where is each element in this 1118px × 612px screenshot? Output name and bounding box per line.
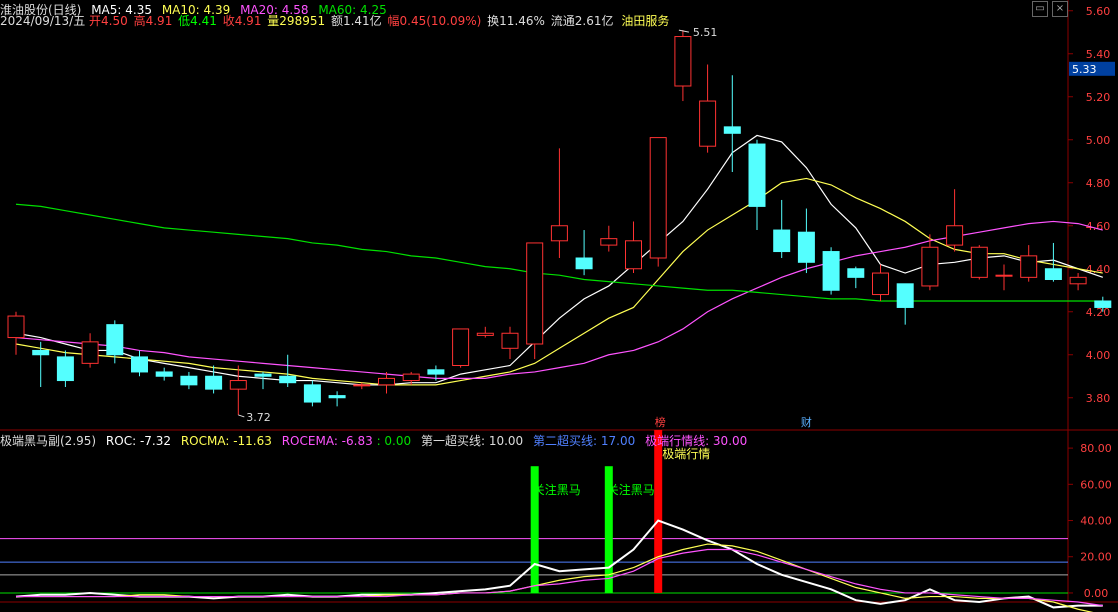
amount-value: 额1.41亿 <box>330 14 382 28</box>
second-buy-value: 第二超买线: 17.00 <box>533 434 636 448</box>
indicator-axis-label: 0.00 <box>1084 587 1109 600</box>
candle-body <box>995 274 1013 277</box>
candle-body <box>600 238 618 246</box>
price-axis-label: 4.00 <box>1086 349 1111 362</box>
candle-body <box>180 375 198 386</box>
sector-link[interactable]: 油田服务 <box>621 14 669 28</box>
candle-body <box>81 341 99 364</box>
marker-cai: 财 <box>801 415 812 429</box>
candle-body <box>699 100 717 147</box>
price-axis-label: 4.40 <box>1086 263 1111 276</box>
candle-body <box>501 332 519 349</box>
indicator-name[interactable]: 极端黑马副(2.95) <box>0 434 96 448</box>
candle-body <box>1020 255 1038 278</box>
price-axis-label: 4.80 <box>1086 177 1111 190</box>
candle-body <box>946 225 964 246</box>
indicator-axis-label: 60.00 <box>1080 478 1112 491</box>
candle-body <box>1044 268 1062 280</box>
candle-body <box>155 371 173 377</box>
volume-value: 量298951 <box>267 14 326 28</box>
candle-body <box>131 356 148 373</box>
candle-body <box>106 324 124 356</box>
first-buy-value: 第一超买线: 10.00 <box>420 434 524 448</box>
candle-body <box>748 143 766 207</box>
high-label: 5.51 <box>693 26 718 39</box>
indicator-axis-label: 20.00 <box>1080 551 1112 564</box>
candle-body <box>822 251 840 291</box>
low-marker-line <box>238 414 245 418</box>
price-axis-label: 5.60 <box>1086 5 1111 18</box>
price-axis-label: 5.00 <box>1086 134 1111 147</box>
rocma-value: ROCMA: -11.63 <box>180 434 272 448</box>
signal-label: 极端行情 <box>662 447 710 461</box>
roc-value: ROC: -7.32 <box>105 434 171 448</box>
candle-body <box>303 384 321 403</box>
indicator-header-row: 极端黑马副(2.95) ROC: -7.32 ROCMA: -11.63 ROC… <box>0 432 753 449</box>
low-value: 低4.41 <box>178 14 217 28</box>
close-value: 收4.91 <box>222 14 262 28</box>
rocema-value: ROCEMA: -6.83 <box>281 434 373 448</box>
signal-label: 关注黑马 <box>607 482 655 497</box>
candle-body <box>427 369 445 375</box>
date-value: 2024/09/13/五 <box>0 14 86 28</box>
candle-body <box>452 328 470 367</box>
candle-body <box>872 272 889 296</box>
candle-body <box>526 242 544 345</box>
candle-body <box>229 380 247 390</box>
candle-body <box>797 231 815 263</box>
indicator-axis-label: 40.00 <box>1080 515 1112 528</box>
high-value: 高4.91 <box>133 14 173 28</box>
candle-body <box>328 395 346 399</box>
candle-body <box>402 373 420 382</box>
window-restore-button[interactable]: ▭ <box>1032 1 1048 17</box>
change-value: 幅0.45(10.09%) <box>387 14 482 28</box>
candle-body <box>205 375 223 390</box>
candle-body <box>7 315 25 339</box>
price-axis-label: 5.40 <box>1086 48 1111 61</box>
open-value: 开4.50 <box>89 14 128 28</box>
candle-body <box>847 268 865 278</box>
candle-body <box>970 246 988 278</box>
indicator-line-roc <box>15 519 1103 609</box>
candle-body <box>279 375 297 384</box>
candle-body <box>353 384 371 387</box>
candle-body <box>674 36 692 87</box>
candle-body <box>378 377 395 386</box>
candle-body <box>550 225 568 242</box>
candle-body <box>1094 300 1112 308</box>
candle-body <box>625 240 642 270</box>
chart-canvas: 5.605.405.205.004.804.604.404.204.003.80… <box>0 0 1118 612</box>
high-marker-line <box>678 29 689 33</box>
candle-body <box>575 257 593 270</box>
signal-bar <box>654 430 663 593</box>
candle-body <box>921 246 939 287</box>
candle-body <box>1069 276 1087 285</box>
float-cap-value: 流通2.61亿 <box>550 14 614 28</box>
candle-body <box>254 373 272 377</box>
price-axis-label: 5.20 <box>1086 91 1111 104</box>
candle-body <box>476 332 494 336</box>
candle-body <box>56 356 74 382</box>
candle-body <box>649 137 667 259</box>
extreme-value: 极端行情线: 30.00 <box>645 434 748 448</box>
turnover-value: 换11.46% <box>487 14 545 28</box>
candle-body <box>723 126 741 134</box>
low-label: 3.72 <box>246 411 270 424</box>
zero-value: : 0.00 <box>376 434 412 448</box>
indicator-axis-label: 80.00 <box>1080 442 1112 455</box>
window-close-button[interactable]: × <box>1052 1 1068 17</box>
current-price-tag: 5.33 <box>1072 63 1097 76</box>
candle-body <box>773 229 791 253</box>
candle-body <box>896 283 914 308</box>
candle-body <box>32 349 50 356</box>
signal-label: 关注黑马 <box>533 482 581 497</box>
marker-bang: 榜 <box>655 415 666 429</box>
chart-header-row-2: 2024/09/13/五 开4.50 高4.91 低4.41 收4.91 量29… <box>0 12 675 29</box>
price-axis-label: 3.80 <box>1086 392 1111 405</box>
